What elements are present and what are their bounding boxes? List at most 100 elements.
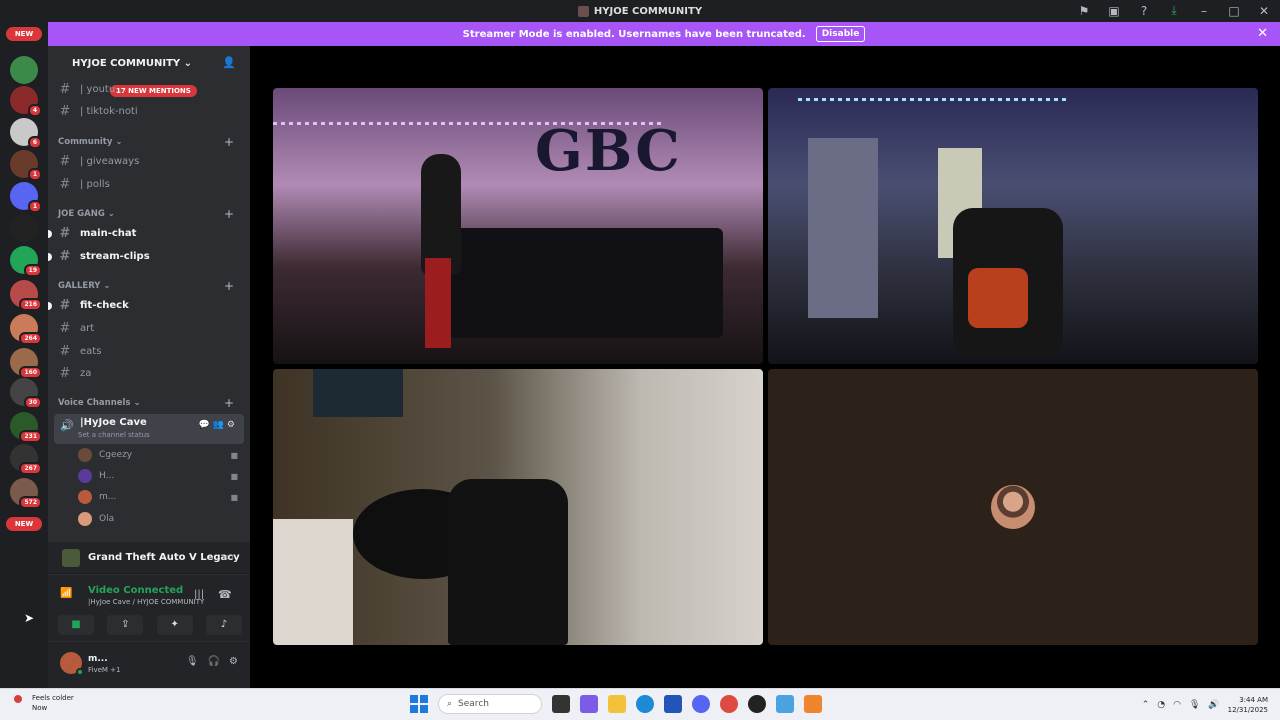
server-icon-6[interactable] <box>10 214 38 242</box>
channel-stream-clips[interactable]: # stream-clips <box>48 246 244 266</box>
voice-user[interactable]: Ola <box>78 509 244 529</box>
inbox-flag-icon[interactable]: ⚑ <box>1076 4 1092 18</box>
chevron-up-icon[interactable]: ⌃ <box>1142 700 1150 710</box>
channel-fit-check[interactable]: # fit-check <box>48 295 244 315</box>
category-voice-channels[interactable]: Voice Channels ⌄ + <box>58 395 244 411</box>
hash-icon: # <box>59 103 71 119</box>
invite-people-icon[interactable]: 👤 <box>222 56 236 69</box>
category-gallery[interactable]: GALLERY ⌄ + <box>58 278 244 294</box>
server-icon-10[interactable]: 160 <box>10 348 42 379</box>
activity-panel[interactable]: Grand Theft Auto V Legacy ▭ <box>48 542 250 574</box>
store-icon[interactable] <box>664 695 682 713</box>
category-joe-gang[interactable]: JOE GANG ⌄ + <box>58 206 244 222</box>
title-bar-actions: ⚑ ▣ ? ⤓ – □ ✕ <box>1076 3 1272 18</box>
minimize-icon[interactable]: – <box>1196 4 1212 18</box>
task-view-icon[interactable] <box>552 695 570 713</box>
share-screen-icon[interactable]: ▭ <box>225 552 234 563</box>
server-icon-5[interactable]: 1 <box>10 182 42 213</box>
add-channel-icon[interactable]: + <box>224 207 234 221</box>
windows-start-icon[interactable] <box>410 695 428 713</box>
server-icon-7[interactable]: 19 <box>10 246 42 277</box>
hash-icon: # <box>59 297 71 313</box>
category-community[interactable]: Community ⌄ + <box>58 134 244 150</box>
channel-za[interactable]: # za <box>58 363 244 383</box>
person <box>421 154 461 274</box>
help-icon[interactable]: ? <box>1136 4 1152 18</box>
voice-channel-hyjoe-cave[interactable]: 🔊 |HyJoe Cave Set a channel status 💬👥⚙ <box>54 414 244 444</box>
chair-seat <box>968 268 1028 328</box>
channel-youtube[interactable]: # | youtu... <box>58 79 244 99</box>
network-icon[interactable]: ◔ <box>1157 700 1165 710</box>
signal-icon[interactable]: 📶 <box>60 588 72 599</box>
server-icon-9[interactable]: 264 <box>10 314 42 345</box>
channel-polls[interactable]: # | polls <box>58 174 244 194</box>
close-icon[interactable]: ✕ <box>1256 4 1272 18</box>
server-icon-14[interactable]: 572 <box>10 478 42 509</box>
app-icon[interactable] <box>776 695 794 713</box>
add-channel-icon[interactable]: + <box>224 135 234 149</box>
server-header[interactable]: HYJOE COMMUNITY ⌄ 👤 <box>48 46 250 80</box>
game-icon <box>62 548 80 567</box>
download-icon[interactable]: ⤓ <box>1166 3 1182 18</box>
file-explorer-icon[interactable] <box>608 695 626 713</box>
server-icon-12[interactable]: 231 <box>10 412 42 443</box>
chrome-icon[interactable] <box>720 695 738 713</box>
video-tile-3[interactable] <box>273 369 763 645</box>
server-icon-8[interactable]: 216 <box>10 280 42 311</box>
disconnect-icon[interactable]: ☎ <box>218 588 232 601</box>
camera-icon: ■ <box>230 471 238 481</box>
server-icon-4[interactable]: 1 <box>10 150 42 181</box>
server-icon-1[interactable] <box>10 56 38 84</box>
server-icon-11[interactable]: 30 <box>10 378 42 409</box>
microphone-icon[interactable]: 🎙 <box>186 656 199 667</box>
channel-eats[interactable]: # eats <box>58 341 244 361</box>
soundboard-button[interactable]: ♪ <box>205 615 242 635</box>
new-unreads-pill-bottom[interactable]: NEW <box>6 517 42 531</box>
microphone-icon[interactable]: 🎙 <box>1189 700 1200 710</box>
wifi-icon[interactable]: ◠ <box>1173 700 1181 710</box>
gear-icon[interactable]: ⚙ <box>229 656 238 667</box>
camera-button[interactable]: ■ <box>58 615 94 635</box>
app-icon[interactable] <box>804 695 822 713</box>
mention-badge: 264 <box>19 332 42 345</box>
noise-suppression-icon[interactable]: ||| <box>194 589 204 600</box>
discord-icon[interactable] <box>692 695 710 713</box>
server-icon-13[interactable]: 267 <box>10 444 42 475</box>
monitor-icon[interactable]: ▣ <box>1106 4 1122 18</box>
headphones-icon[interactable]: 🎧 <box>208 656 220 667</box>
channel-tiktok[interactable]: # | tiktok-noti <box>58 101 244 121</box>
server-icon-3[interactable]: 6 <box>10 118 42 149</box>
clock[interactable]: 3:44 AM 12/31/2025 <box>1228 695 1268 715</box>
voice-channel-actions[interactable]: 💬👥⚙ <box>199 420 238 430</box>
close-banner-icon[interactable]: ✕ <box>1257 26 1268 41</box>
voice-user[interactable]: Cgeezy ■ <box>78 445 244 465</box>
screen-share-button[interactable]: ⇪ <box>107 615 144 635</box>
weather-widget[interactable]: Feels colder Now <box>14 693 74 713</box>
activities-button[interactable]: ✦ <box>156 615 193 635</box>
voice-user[interactable]: H... ■ <box>78 466 244 486</box>
hash-icon: # <box>59 320 71 336</box>
channel-giveaways[interactable]: # | giveaways <box>58 151 244 171</box>
app-icon[interactable] <box>748 695 766 713</box>
video-tile-2[interactable] <box>768 88 1258 364</box>
new-unreads-pill[interactable]: NEW <box>6 27 42 41</box>
add-channel-icon[interactable]: + <box>224 279 234 293</box>
copilot-icon[interactable] <box>580 695 598 713</box>
taskbar-search[interactable]: ⌕ Search <box>438 694 542 714</box>
video-tile-4[interactable] <box>768 369 1258 645</box>
channel-art[interactable]: # art <box>58 318 244 338</box>
volume-icon[interactable]: 🔊 <box>1208 700 1219 710</box>
channel-main-chat[interactable]: # main-chat <box>48 223 244 243</box>
video-tile-1[interactable]: GBC <box>273 88 763 364</box>
avatar <box>78 512 92 526</box>
disable-streamer-mode-button[interactable]: Disable <box>815 26 866 42</box>
paper-bag <box>273 519 353 645</box>
mention-badge: 19 <box>23 264 42 277</box>
door <box>808 138 878 318</box>
voice-user[interactable]: m... ■ <box>78 487 244 507</box>
edge-icon[interactable] <box>636 695 654 713</box>
chevron-down-icon: ⌄ <box>183 57 193 69</box>
maximize-icon[interactable]: □ <box>1226 4 1242 18</box>
add-channel-icon[interactable]: + <box>224 396 234 410</box>
server-icon-2[interactable]: 4 <box>10 86 42 117</box>
